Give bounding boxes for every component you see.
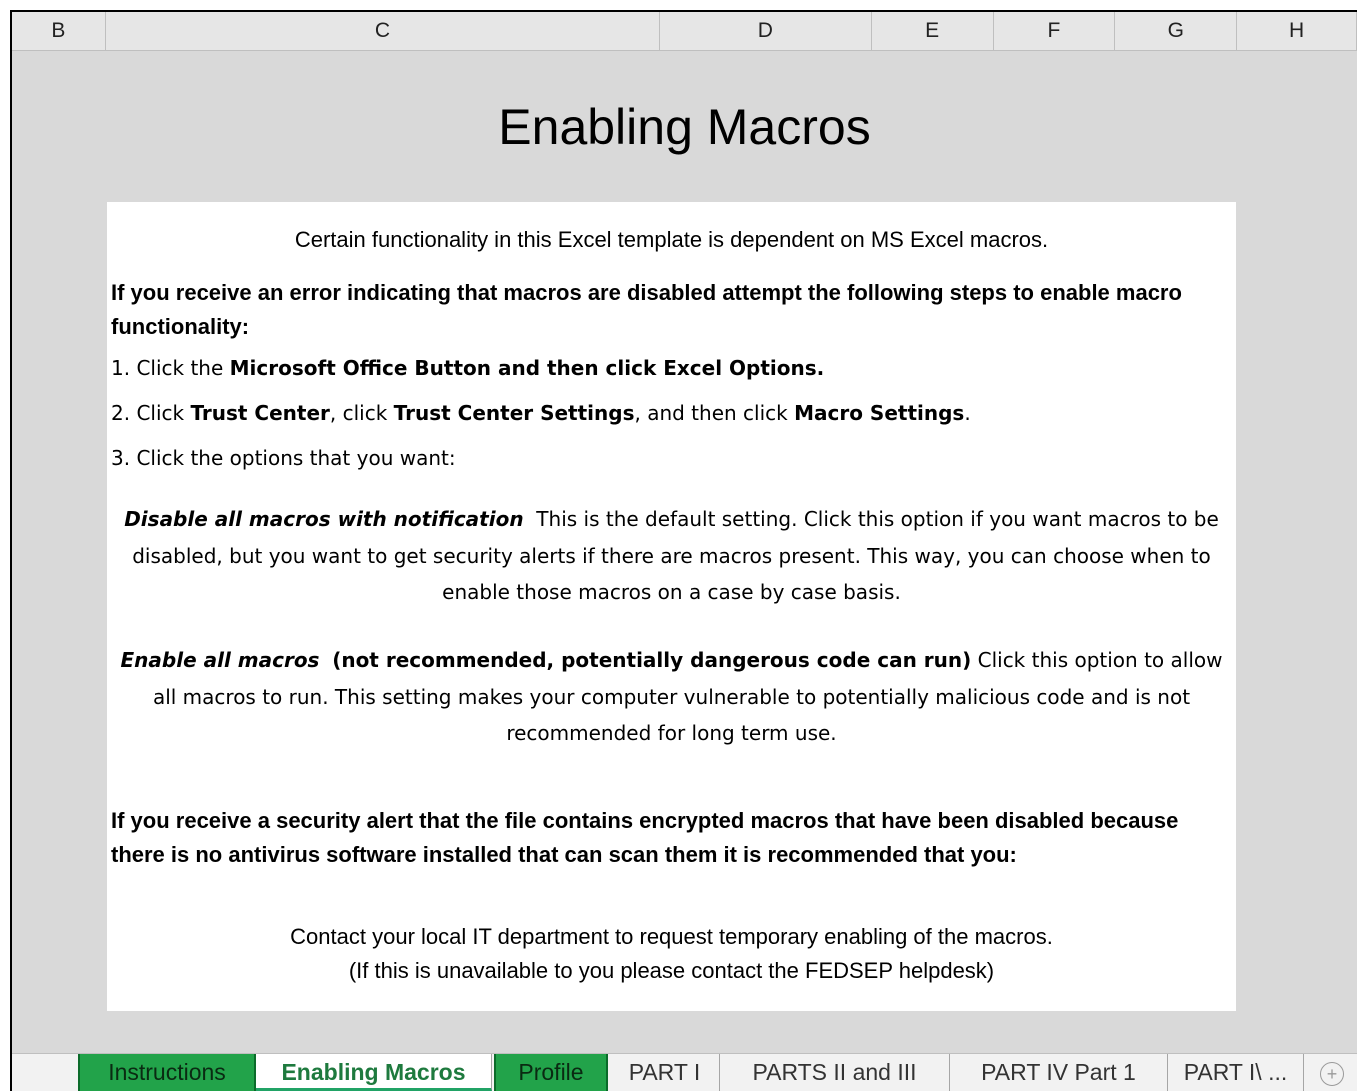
option-1-name: Disable all macros with notification	[124, 507, 524, 531]
column-header-e[interactable]: E	[872, 12, 994, 50]
tab-instructions[interactable]: Instructions	[78, 1054, 256, 1091]
step-2: 2. Click Trust Center, click Trust Cente…	[111, 401, 1236, 425]
column-header-h[interactable]: H	[1237, 12, 1357, 50]
spreadsheet-window: B C D E F G H Enabling Macros Certain fu…	[10, 10, 1357, 1091]
option-2-name: Enable all macros	[120, 648, 320, 672]
tab-profile[interactable]: Profile	[494, 1054, 608, 1091]
step-2-p2: , click	[329, 401, 394, 425]
step-2-p3: , and then click	[634, 401, 795, 425]
step-2-macro-settings: Macro Settings	[794, 401, 965, 425]
step-2-p4: .	[964, 401, 971, 425]
instructions-panel: Certain functionality in this Excel temp…	[107, 202, 1236, 1011]
step-3: 3. Click the options that you want:	[111, 446, 456, 470]
tab-part-iv-part-1[interactable]: PART IV Part 1	[950, 1054, 1168, 1091]
tab-part-iv-truncated[interactable]: PART I\ ...	[1168, 1054, 1304, 1091]
encrypted-macros-heading: If you receive a security alert that the…	[111, 808, 1179, 867]
tab-parts-ii-and-iii[interactable]: PARTS II and III	[720, 1054, 950, 1091]
add-sheet-icon[interactable]: +	[1320, 1062, 1344, 1086]
option-enable-all-macros: Enable all macros (not recommended, pote…	[107, 642, 1236, 752]
contact-it-text: Contact your local IT department to requ…	[290, 924, 1053, 949]
option-2-warning: (not recommended, potentially dangerous …	[332, 648, 972, 672]
column-header-b[interactable]: B	[12, 12, 106, 50]
column-header-f[interactable]: F	[994, 12, 1116, 50]
sheet-tab-bar: Instructions Enabling Macros Profile PAR…	[12, 1053, 1357, 1091]
intro-text: Certain functionality in this Excel temp…	[294, 227, 1049, 252]
step-2-trust-center-settings: Trust Center Settings	[393, 401, 635, 425]
column-header-bar: B C D E F G H	[12, 12, 1357, 51]
tab-part-i[interactable]: PART I	[610, 1054, 720, 1091]
column-header-g[interactable]: G	[1115, 12, 1238, 50]
step-2-trust-center: Trust Center	[190, 401, 330, 425]
step-2-p1: 2. Click	[111, 401, 191, 425]
column-header-d[interactable]: D	[660, 12, 872, 50]
option-disable-with-notification: Disable all macros with notification Thi…	[107, 501, 1236, 611]
step-1: 1. Click the Microsoft Office Button and…	[111, 356, 1236, 380]
helpdesk-text: (If this is unavailable to you please co…	[348, 958, 995, 983]
column-header-c[interactable]: C	[106, 12, 661, 50]
step-1-prefix: 1. Click the	[111, 356, 230, 380]
tab-enabling-macros[interactable]: Enabling Macros	[256, 1054, 492, 1091]
step-1-bold: Microsoft Office Button and then click E…	[229, 356, 825, 380]
page-title: Enabling Macros	[498, 99, 871, 155]
macros-disabled-heading: If you receive an error indicating that …	[111, 280, 1182, 339]
